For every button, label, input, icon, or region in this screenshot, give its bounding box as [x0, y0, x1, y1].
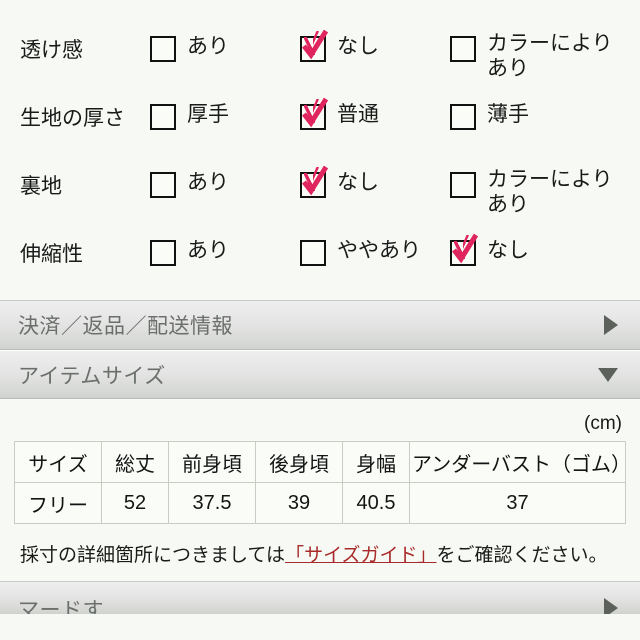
spec-row-label: 裏地 [20, 175, 62, 198]
spec-option[interactable]: あり [150, 238, 300, 266]
column-header-front-body: 前身頃 [168, 441, 256, 483]
checkmark-icon [302, 165, 329, 196]
accordion-title: マードす [18, 599, 104, 614]
spec-option[interactable]: 薄手 [450, 102, 630, 130]
checkmark-icon [302, 29, 329, 60]
chevron-down-icon[interactable] [598, 367, 618, 382]
spec-option-label: なし [487, 239, 529, 262]
spec-option[interactable]: 普通 [300, 97, 450, 130]
spec-option[interactable]: カラーにより あり [450, 32, 630, 81]
column-header-body-width: 身幅 [342, 441, 410, 483]
checkbox-unchecked-icon[interactable] [450, 172, 476, 198]
cell-body-width: 40.5 [342, 482, 410, 524]
column-header-underbust: アンダーバスト（ゴム） [409, 441, 631, 483]
accordion-bottom-partial[interactable]: マードす [0, 582, 640, 614]
spec-option[interactable]: 厚手 [150, 102, 300, 130]
accordion-item-size[interactable]: アイテムサイズ [0, 350, 640, 399]
spec-option[interactable]: あり [150, 170, 300, 198]
checkbox-unchecked-icon[interactable] [300, 240, 326, 266]
spec-option-label: あり [187, 239, 229, 262]
checkbox-unchecked-icon[interactable] [450, 104, 476, 130]
checkbox-checked-icon[interactable] [450, 233, 479, 266]
size-table: サイズ 総丈 前身頃 後身頃 身幅 アンダーバスト（ゴム） フリー 52 37.… [14, 441, 631, 524]
spec-option[interactable]: カラーにより あり [450, 168, 630, 217]
checkbox-unchecked-icon[interactable] [450, 36, 476, 62]
spec-option-label: なし [337, 35, 379, 58]
size-guide-note: 採寸の詳細箇所につきましては「サイズガイド」をご確認ください。 [14, 524, 626, 581]
product-detail-page: 透け感 あり なし カラーにより あり 生地の厚さ 厚手 普通 薄手 裏地 あり… [0, 0, 640, 640]
column-header-back-body: 後身頃 [255, 441, 343, 483]
accordion-title: 決済／返品／配送情報 [18, 315, 233, 338]
checkbox-unchecked-icon[interactable] [150, 240, 176, 266]
checkbox-unchecked-icon[interactable] [150, 104, 176, 130]
size-guide-link[interactable]: 「サイズガイド」 [285, 545, 436, 566]
spec-option-group: あり なし カラーにより あり [150, 18, 640, 81]
accordion-title: アイテムサイズ [18, 364, 166, 388]
spec-option-label: 厚手 [187, 103, 229, 126]
spec-row-label: 伸縮性 [20, 243, 83, 266]
spec-option-group: 厚手 普通 薄手 [150, 86, 640, 130]
spec-option[interactable]: なし [300, 29, 450, 62]
cell-back-body: 39 [255, 482, 343, 524]
spec-row: 伸縮性 あり ややあり なし [0, 222, 640, 290]
spec-option[interactable]: なし [300, 165, 450, 198]
checkbox-checked-icon[interactable] [300, 165, 329, 198]
table-row: フリー 52 37.5 39 40.5 37 [14, 482, 626, 524]
spec-option-label: 薄手 [487, 103, 529, 126]
spec-option-group: あり なし カラーにより あり [150, 154, 640, 217]
item-size-panel: (cm) サイズ 総丈 前身頃 後身頃 身幅 アンダーバスト（ゴム） フリー 5… [0, 399, 640, 581]
cell-total-length: 52 [101, 482, 169, 524]
accordion-payment-returns-shipping[interactable]: 決済／返品／配送情報 [0, 301, 640, 350]
checkbox-unchecked-icon[interactable] [150, 36, 176, 62]
column-header-size: サイズ [14, 441, 102, 483]
chevron-right-icon[interactable] [604, 315, 618, 335]
checkbox-checked-icon[interactable] [300, 29, 329, 62]
spec-option-group: あり ややあり なし [150, 222, 640, 266]
cell-underbust: 37 [409, 482, 626, 524]
checkbox-checked-icon[interactable] [300, 97, 329, 130]
spec-option-label: カラーにより あり [487, 168, 613, 216]
spec-row: 生地の厚さ 厚手 普通 薄手 [0, 86, 640, 154]
size-guide-note-suffix: をご確認ください。 [436, 545, 608, 566]
checkbox-unchecked-icon[interactable] [150, 172, 176, 198]
spec-row-label: 透け感 [20, 39, 83, 62]
spec-option-label: カラーにより あり [487, 32, 613, 80]
checkmark-icon [302, 97, 329, 128]
spec-option-label: ややあり [337, 239, 421, 262]
spec-row: 裏地 あり なし カラーにより あり [0, 154, 640, 222]
spec-row-label: 生地の厚さ [20, 107, 125, 130]
spec-option-label: あり [187, 35, 229, 58]
size-guide-note-prefix: 採寸の詳細箇所につきましては [20, 545, 286, 566]
spec-row: 透け感 あり なし カラーにより あり [0, 18, 640, 86]
cell-size: フリー [14, 482, 102, 524]
spec-option[interactable]: あり [150, 34, 300, 62]
checkmark-icon [452, 233, 479, 264]
measurement-unit-label: (cm) [584, 413, 622, 434]
spec-option-label: 普通 [337, 103, 379, 126]
cell-front-body: 37.5 [168, 482, 256, 524]
spec-option-label: あり [187, 171, 229, 194]
chevron-right-icon[interactable] [604, 598, 618, 614]
spec-option[interactable]: なし [450, 233, 630, 266]
fabric-spec-table: 透け感 あり なし カラーにより あり 生地の厚さ 厚手 普通 薄手 裏地 あり… [0, 0, 640, 300]
table-header-row: サイズ 総丈 前身頃 後身頃 身幅 アンダーバスト（ゴム） [14, 441, 631, 483]
spec-option[interactable]: ややあり [300, 238, 450, 266]
column-header-total-length: 総丈 [101, 441, 169, 483]
spec-option-label: なし [337, 171, 379, 194]
